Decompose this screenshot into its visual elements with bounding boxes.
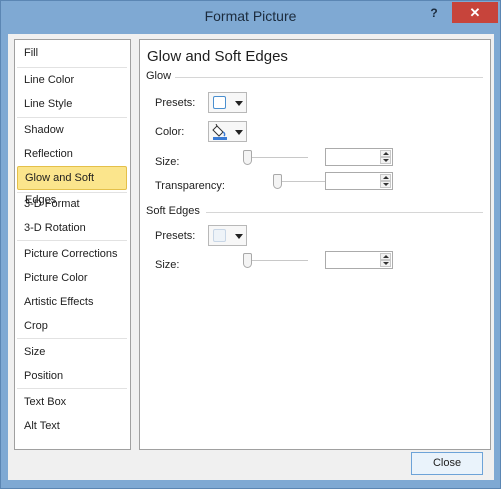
nav-separator [17,117,127,118]
panel-heading: Glow and Soft Edges [147,48,288,65]
soft-edges-section-label: Soft Edges [146,205,200,217]
soft-edges-presets-label: Presets: [155,230,196,242]
spin-up-icon[interactable] [380,174,391,181]
glow-size-slider-track[interactable] [250,157,308,158]
nav-separator [17,338,127,339]
nav-item-artistic-effects[interactable]: Artistic Effects [17,291,127,313]
soft-edges-size-spinner[interactable] [325,251,393,269]
chevron-down-icon [235,130,243,135]
section-divider [206,212,483,213]
dialog-body: Fill Line Color Line Style Shadow Reflec… [8,34,494,480]
soft-edges-size-slider-thumb[interactable] [243,253,252,268]
nav-separator [17,240,127,241]
title-bar[interactable]: Format Picture ? ✕ [1,1,500,34]
window-close-button[interactable]: ✕ [452,2,498,23]
glow-size-slider-thumb[interactable] [243,150,252,165]
nav-separator [17,67,127,68]
soft-edges-preset-swatch [213,229,226,242]
soft-edges-size-slider-track[interactable] [250,260,308,261]
glow-transparency-slider-thumb[interactable] [273,174,282,189]
soft-edges-presets-dropdown[interactable] [208,225,247,246]
nav-item-picture-corrections[interactable]: Picture Corrections [17,243,127,265]
glow-transparency-spinner[interactable] [325,172,393,190]
glow-size-spinner[interactable] [325,148,393,166]
nav-item-line-style[interactable]: Line Style [17,93,127,115]
nav-item-position[interactable]: Position [17,365,127,387]
glow-size-label: Size: [155,156,180,168]
nav-item-size[interactable]: Size [17,341,127,363]
glow-color-dropdown[interactable] [208,121,247,142]
close-button[interactable]: Close [411,452,483,475]
glow-presets-label: Presets: [155,97,196,109]
nav-separator [17,388,127,389]
nav-item-3d-format[interactable]: 3-D Format [17,193,127,215]
nav-item-line-color[interactable]: Line Color [17,69,127,91]
nav-item-reflection[interactable]: Reflection [17,143,127,165]
nav-item-shadow[interactable]: Shadow [17,119,127,141]
nav-item-crop[interactable]: Crop [17,315,127,337]
nav-item-text-box[interactable]: Text Box [17,391,127,413]
glow-color-label: Color: [155,126,185,138]
nav-item-fill[interactable]: Fill [17,42,127,64]
nav-item-picture-color[interactable]: Picture Color [17,267,127,289]
spin-up-icon[interactable] [380,150,391,157]
format-picture-dialog: Format Picture ? ✕ Fill Line Color Line … [0,0,501,489]
glow-preset-swatch [213,96,226,109]
glow-section-label: Glow [146,70,172,82]
nav-item-alt-text[interactable]: Alt Text [17,415,127,437]
category-list: Fill Line Color Line Style Shadow Reflec… [14,39,131,450]
soft-edges-size-label: Size: [155,259,180,271]
section-divider [175,77,483,78]
spin-down-icon[interactable] [380,157,391,164]
help-button[interactable]: ? [421,2,447,24]
chevron-down-icon [235,101,243,106]
settings-panel: Glow and Soft Edges Glow Presets: Color:… [139,39,491,450]
glow-presets-dropdown[interactable] [208,92,247,113]
spin-up-icon[interactable] [380,253,391,260]
nav-item-3d-rotation[interactable]: 3-D Rotation [17,217,127,239]
spin-down-icon[interactable] [380,260,391,267]
chevron-down-icon [235,234,243,239]
glow-transparency-label: Transparency: [155,180,225,192]
nav-item-glow-soft-edges[interactable]: Glow and Soft Edges [17,166,127,206]
paint-bucket-icon [212,124,227,140]
spin-down-icon[interactable] [380,181,391,188]
